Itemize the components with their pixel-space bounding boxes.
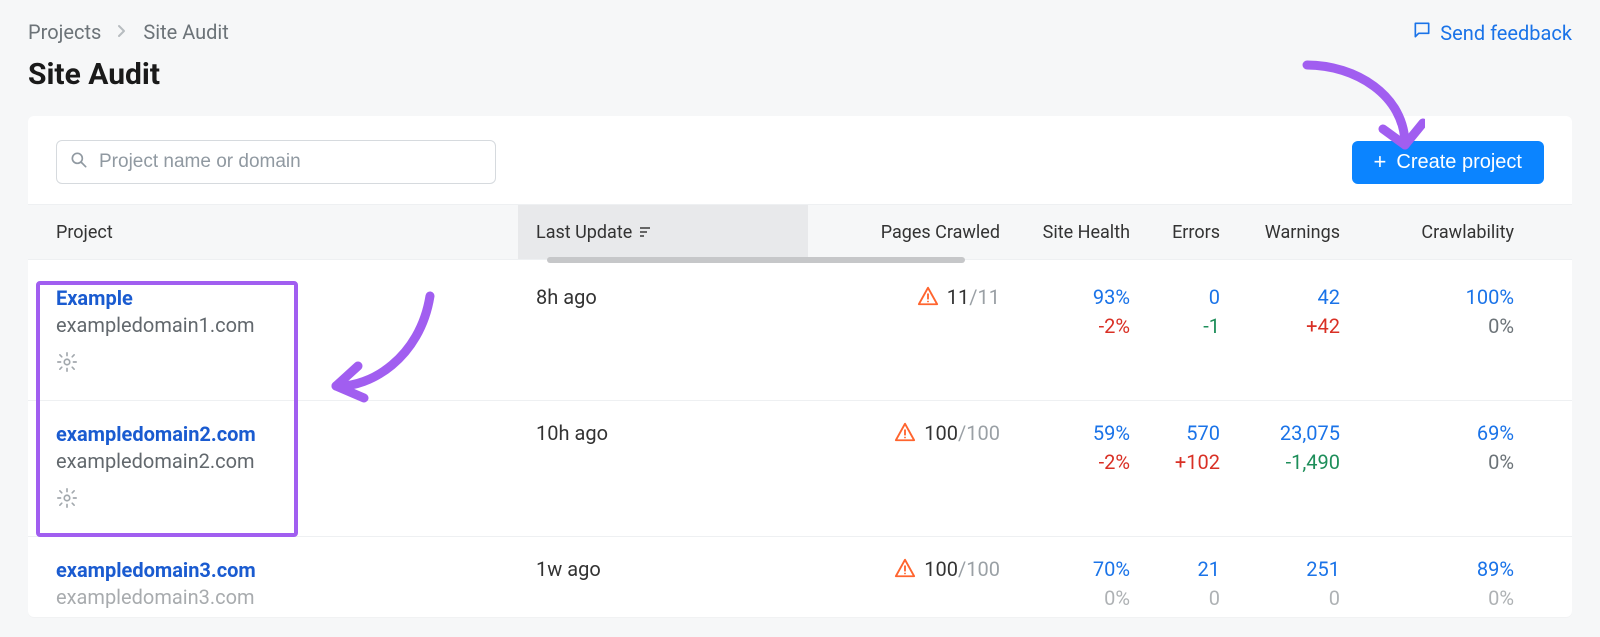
- search-icon: [69, 150, 89, 174]
- plus-icon: +: [1374, 151, 1387, 173]
- site-health-value: 93%: [1093, 285, 1130, 310]
- errors-delta: -1: [1203, 314, 1220, 339]
- errors-delta: +102: [1175, 450, 1220, 475]
- warning-triangle-icon: [894, 421, 916, 443]
- pages-crawled-value: 100/100: [924, 421, 1000, 445]
- col-header-last-update[interactable]: Last Update: [518, 205, 808, 259]
- col-header-warnings[interactable]: Warnings: [1238, 205, 1358, 259]
- errors-value: 21: [1198, 557, 1220, 582]
- table-row: Example exampledomain1.com 8h ago 11/11 …: [28, 265, 1572, 401]
- col-header-site-health[interactable]: Site Health: [1018, 205, 1148, 259]
- site-health-delta: -2%: [1099, 314, 1130, 339]
- warning-triangle-icon: [894, 557, 916, 579]
- warning-triangle-icon: [917, 285, 939, 307]
- site-health-value: 59%: [1093, 421, 1130, 446]
- gear-icon[interactable]: [56, 351, 78, 373]
- warnings-delta: 0: [1329, 586, 1340, 611]
- cell-last-update: 8h ago: [518, 285, 808, 309]
- chevron-right-icon: [117, 23, 127, 42]
- pages-crawled-value: 100/100: [924, 557, 1000, 581]
- cell-last-update: 1w ago: [518, 557, 808, 581]
- col-header-errors[interactable]: Errors: [1148, 205, 1238, 259]
- site-health-delta: -2%: [1099, 450, 1130, 475]
- errors-delta: 0: [1209, 586, 1220, 611]
- project-domain: exampledomain2.com: [56, 449, 500, 473]
- search-field-wrap: [56, 140, 496, 184]
- pages-crawled-value: 11/11: [947, 285, 1000, 309]
- breadcrumb-root[interactable]: Projects: [28, 20, 101, 44]
- send-feedback-label: Send feedback: [1440, 21, 1572, 45]
- sort-desc-icon: [640, 227, 650, 237]
- warnings-value: 251: [1306, 557, 1340, 582]
- send-feedback-link[interactable]: Send feedback: [1412, 20, 1572, 45]
- project-domain: exampledomain1.com: [56, 313, 500, 337]
- col-header-pages-crawled[interactable]: Pages Crawled: [808, 205, 1018, 259]
- page-title: Site Audit: [28, 57, 1572, 92]
- site-health-value: 70%: [1093, 557, 1130, 582]
- projects-card: + Create project Project Last Update Pag…: [28, 116, 1572, 617]
- create-project-button[interactable]: + Create project: [1352, 141, 1544, 184]
- crawlability-delta: 0%: [1488, 450, 1514, 475]
- site-health-delta: 0%: [1104, 586, 1130, 611]
- gear-icon[interactable]: [56, 487, 78, 509]
- project-name-link[interactable]: exampledomain3.com: [56, 557, 500, 583]
- warnings-delta: -1,490: [1286, 450, 1340, 475]
- errors-value: 0: [1209, 285, 1220, 310]
- horizontal-scrollbar[interactable]: [28, 260, 1572, 265]
- project-domain: exampledomain3.com: [56, 585, 500, 609]
- cell-last-update: 10h ago: [518, 421, 808, 445]
- create-project-label: Create project: [1396, 151, 1522, 174]
- crawlability-delta: 0%: [1488, 586, 1514, 611]
- table-row: exampledomain2.com exampledomain2.com 10…: [28, 401, 1572, 537]
- crawlability-value: 89%: [1477, 557, 1514, 582]
- breadcrumb-current: Site Audit: [143, 20, 229, 44]
- col-header-last-update-label: Last Update: [536, 222, 632, 243]
- warnings-delta: +42: [1306, 314, 1340, 339]
- crawlability-value: 100%: [1466, 285, 1514, 310]
- project-name-link[interactable]: Example: [56, 285, 500, 311]
- table-row: exampledomain3.com exampledomain3.com 1w…: [28, 537, 1572, 617]
- warnings-value: 42: [1318, 285, 1340, 310]
- chat-icon: [1412, 20, 1432, 45]
- table-header: Project Last Update Pages Crawled Site H…: [28, 204, 1572, 260]
- search-input[interactable]: [99, 151, 483, 173]
- errors-value: 570: [1186, 421, 1220, 446]
- col-header-project[interactable]: Project: [28, 205, 518, 259]
- warnings-value: 23,075: [1280, 421, 1340, 446]
- crawlability-delta: 0%: [1488, 314, 1514, 339]
- breadcrumb: Projects Site Audit: [28, 20, 229, 44]
- project-name-link[interactable]: exampledomain2.com: [56, 421, 500, 447]
- col-header-crawlability[interactable]: Crawlability: [1358, 205, 1572, 259]
- crawlability-value: 69%: [1477, 421, 1514, 446]
